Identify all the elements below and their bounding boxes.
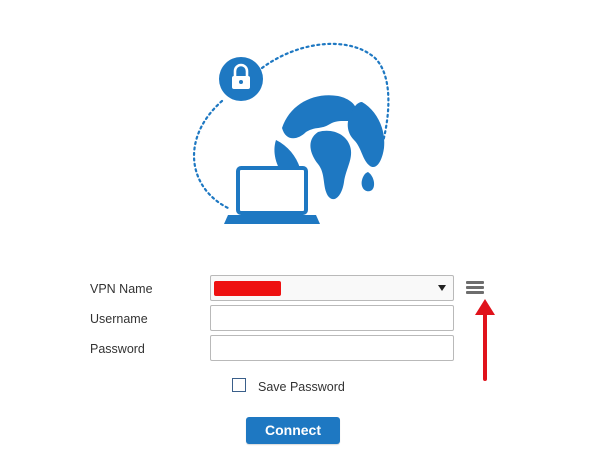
connect-button[interactable]: Connect [246,417,340,444]
password-input[interactable] [210,335,454,361]
save-password-label[interactable]: Save Password [258,380,345,394]
password-label: Password [90,342,145,356]
laptop-icon [224,166,320,224]
username-input[interactable] [210,305,454,331]
menu-icon-bar [466,286,484,289]
annotation-arrow [475,299,495,381]
vpn-name-select[interactable] [210,275,454,301]
menu-icon-bar [466,291,484,294]
vpn-illustration-graphic [192,42,390,224]
vpn-name-selected-value [214,281,281,296]
menu-icon-bar [466,281,484,284]
menu-icon[interactable] [466,281,484,295]
vpn-illustration [0,0,600,245]
vpn-name-label: VPN Name [90,282,153,296]
chevron-down-icon[interactable] [438,285,446,291]
vpn-login-page: VPN Name Username Password Save Password… [0,0,600,461]
lock-icon [219,57,263,101]
username-label: Username [90,312,148,326]
save-password-checkbox[interactable] [232,378,246,392]
